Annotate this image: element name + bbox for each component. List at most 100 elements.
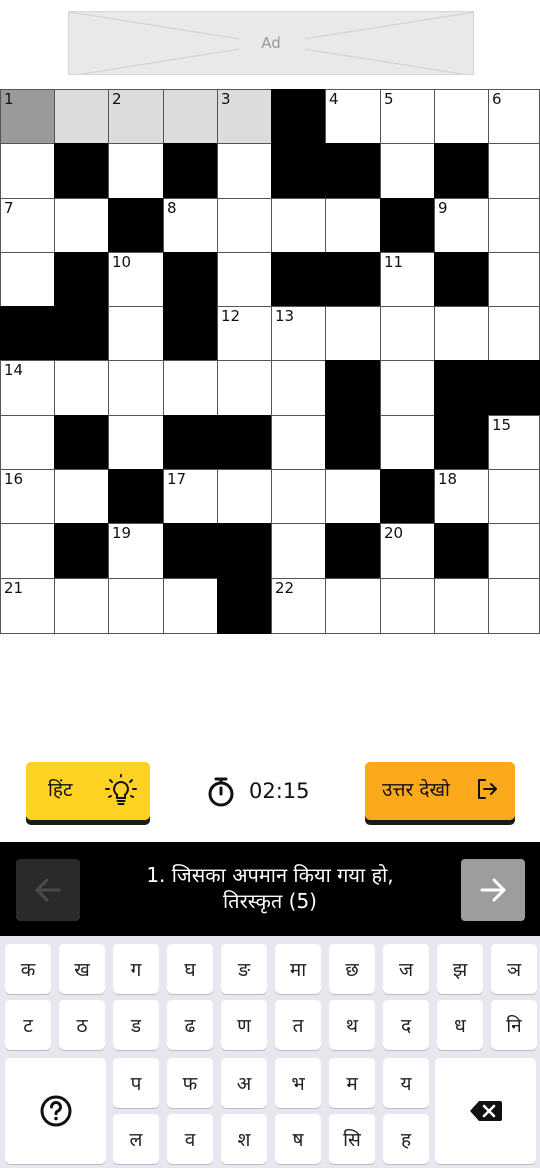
key[interactable]: त [275,1000,321,1050]
grid-cell[interactable] [0,523,55,579]
grid-cell[interactable] [434,578,489,634]
grid-cell[interactable]: 13 [271,306,326,361]
grid-cell[interactable]: 19 [108,523,164,579]
grid-cell[interactable] [488,306,540,361]
grid-cell[interactable] [325,198,381,253]
key[interactable]: ड [113,1000,159,1050]
grid-cell[interactable] [434,306,489,361]
key[interactable]: सि [329,1114,375,1164]
help-key[interactable] [5,1058,106,1164]
key[interactable]: ष [275,1114,321,1164]
grid-cell[interactable]: 14 [0,360,55,416]
ad-banner[interactable]: Ad [68,11,474,75]
key[interactable]: ठ [59,1000,105,1050]
grid-cell[interactable]: 6 [488,89,540,144]
key[interactable]: घ [167,944,213,994]
grid-cell[interactable] [380,415,435,470]
grid-cell[interactable] [271,360,326,416]
grid-cell[interactable] [271,523,326,579]
grid-cell[interactable] [217,469,272,524]
key[interactable]: ज [383,944,429,994]
grid-cell[interactable] [488,578,540,634]
key[interactable]: श [221,1114,267,1164]
grid-cell[interactable]: 15 [488,415,540,470]
key[interactable]: छ [329,944,375,994]
grid-cell[interactable] [488,198,540,253]
grid-cell[interactable] [488,252,540,307]
grid-cell[interactable] [488,523,540,579]
grid-cell[interactable] [271,198,326,253]
grid-cell[interactable] [488,469,540,524]
key[interactable]: य [383,1058,429,1108]
grid-cell[interactable]: 17 [163,469,218,524]
grid-cell[interactable]: 20 [380,523,435,579]
grid-cell[interactable] [54,469,109,524]
grid-cell[interactable] [54,360,109,416]
key[interactable]: व [167,1114,213,1164]
key[interactable]: भ [275,1058,321,1108]
grid-cell[interactable] [108,143,164,199]
backspace-key[interactable] [435,1058,536,1164]
grid-cell[interactable] [108,306,164,361]
grid-cell[interactable]: 1 [0,89,55,144]
grid-cell[interactable] [434,89,489,144]
grid-cell[interactable] [488,143,540,199]
grid-cell[interactable] [108,360,164,416]
key[interactable]: अ [221,1058,267,1108]
grid-cell[interactable] [325,469,381,524]
grid-cell[interactable]: 7 [0,198,55,253]
grid-cell[interactable]: 16 [0,469,55,524]
grid-cell[interactable]: 8 [163,198,218,253]
key[interactable]: द [383,1000,429,1050]
grid-cell[interactable]: 11 [380,252,435,307]
grid-cell[interactable] [217,360,272,416]
key[interactable]: क [5,944,51,994]
key[interactable]: मा [275,944,321,994]
key[interactable]: ट [5,1000,51,1050]
grid-cell[interactable] [54,198,109,253]
grid-cell[interactable]: 21 [0,578,55,634]
grid-cell[interactable]: 5 [380,89,435,144]
grid-cell[interactable] [0,143,55,199]
grid-cell[interactable] [380,578,435,634]
grid-cell[interactable]: 18 [434,469,489,524]
key[interactable]: नि [491,1000,537,1050]
key[interactable]: ञ [491,944,537,994]
grid-cell[interactable]: 4 [325,89,381,144]
grid-cell[interactable] [0,415,55,470]
show-answer-button[interactable]: उत्तर देखो [365,762,515,820]
grid-cell[interactable] [271,415,326,470]
grid-cell[interactable] [325,578,381,634]
grid-cell[interactable] [163,578,218,634]
grid-cell[interactable] [217,143,272,199]
grid-cell[interactable] [217,252,272,307]
grid-cell[interactable] [217,198,272,253]
grid-cell[interactable] [54,578,109,634]
key[interactable]: ख [59,944,105,994]
key[interactable]: फ [167,1058,213,1108]
prev-clue-button[interactable] [16,859,80,921]
grid-cell[interactable]: 10 [108,252,164,307]
key[interactable]: प [113,1058,159,1108]
grid-cell[interactable] [163,89,218,144]
grid-cell[interactable] [108,415,164,470]
grid-cell[interactable] [108,578,164,634]
grid-cell[interactable]: 9 [434,198,489,253]
grid-cell[interactable] [0,252,55,307]
grid-cell[interactable]: 12 [217,306,272,361]
grid-cell[interactable] [380,143,435,199]
grid-cell[interactable] [380,360,435,416]
grid-cell[interactable] [325,306,381,361]
next-clue-button[interactable] [461,859,525,921]
grid-cell[interactable]: 2 [108,89,164,144]
key[interactable]: ह [383,1114,429,1164]
grid-cell[interactable]: 22 [271,578,326,634]
hint-button[interactable]: हिंट [26,762,150,820]
grid-cell[interactable] [380,306,435,361]
key[interactable]: झ [437,944,483,994]
key[interactable]: म [329,1058,375,1108]
grid-cell[interactable] [54,89,109,144]
grid-cell[interactable] [163,360,218,416]
key[interactable]: ढ [167,1000,213,1050]
key[interactable]: ध [437,1000,483,1050]
